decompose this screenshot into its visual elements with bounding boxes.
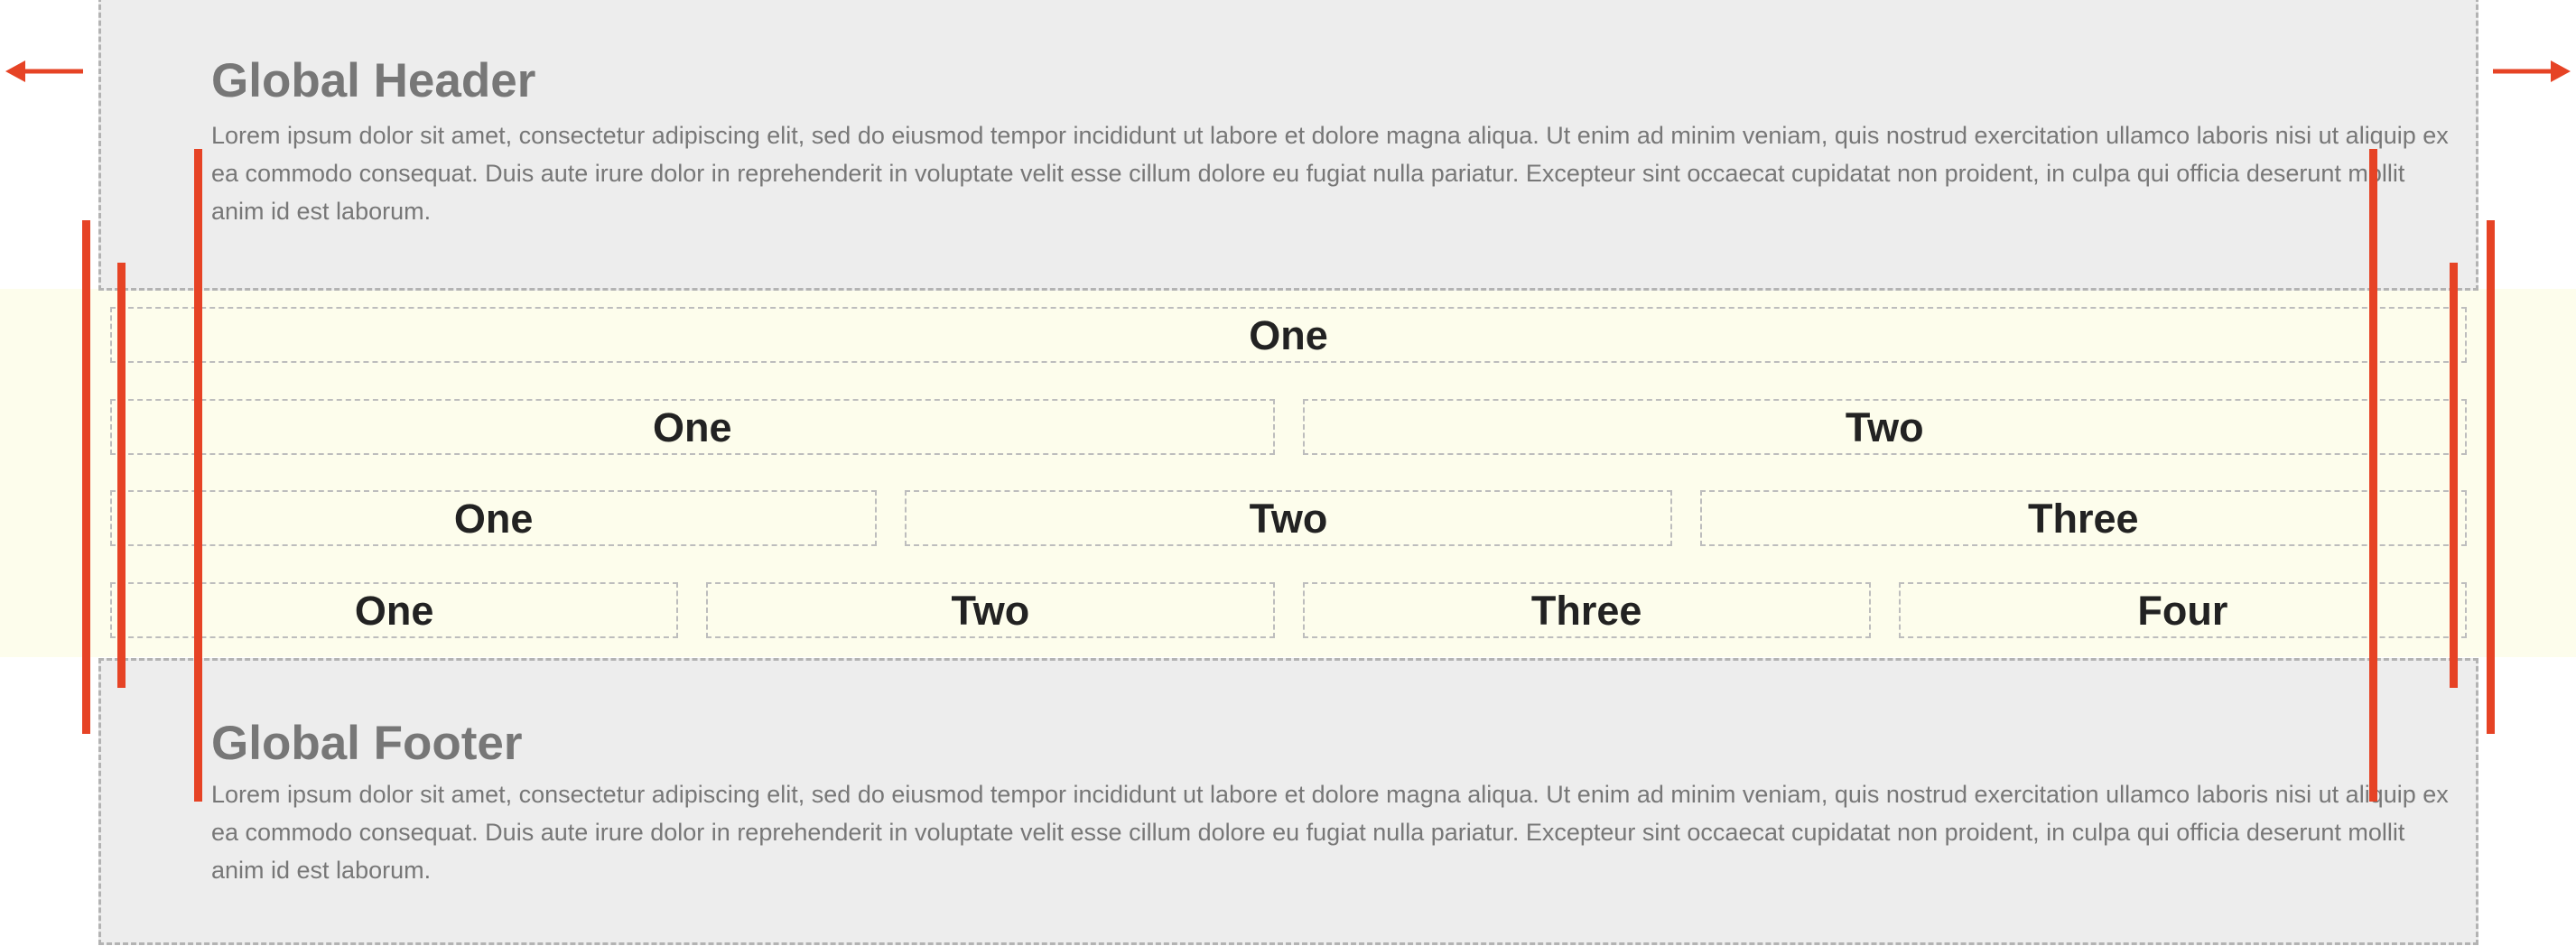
grid-cell: Three	[1302, 582, 1871, 638]
arrow-right-icon	[2493, 60, 2571, 82]
grid-row-3: One Two Three	[110, 490, 2467, 546]
grid-row-2: One Two	[110, 399, 2467, 455]
grid-cell: Two	[1302, 399, 2467, 455]
grid-cell: One	[110, 307, 2467, 363]
grid-row-1: One	[110, 307, 2467, 363]
grid-row-4: One Two Three Four	[110, 582, 2467, 638]
global-header: Global Header Lorem ipsum dolor sit amet…	[98, 0, 2478, 291]
inner-left-guide-bar	[194, 149, 202, 802]
footer-title: Global Footer	[211, 717, 523, 770]
grid-cell: Two	[905, 490, 1672, 546]
outer-left-guide-bar	[82, 220, 90, 734]
grid-cell: Four	[1898, 582, 2467, 638]
outer-right-guide-bar	[2487, 220, 2495, 734]
header-title: Global Header	[211, 54, 536, 107]
grid-cell: Two	[706, 582, 1275, 638]
arrow-left-icon	[5, 60, 83, 82]
header-text: Lorem ipsum dolor sit amet, consectetur …	[211, 122, 2449, 225]
grid-cell: Three	[1699, 490, 2467, 546]
middle-right-guide-bar	[2450, 263, 2458, 688]
inner-right-guide-bar	[2369, 149, 2377, 802]
middle-left-guide-bar	[117, 263, 126, 688]
global-footer: Global Footer Lorem ipsum dolor sit amet…	[98, 658, 2478, 945]
grid-cell: One	[110, 490, 878, 546]
grid-cell: One	[110, 399, 1275, 455]
footer-text: Lorem ipsum dolor sit amet, consectetur …	[211, 781, 2449, 884]
